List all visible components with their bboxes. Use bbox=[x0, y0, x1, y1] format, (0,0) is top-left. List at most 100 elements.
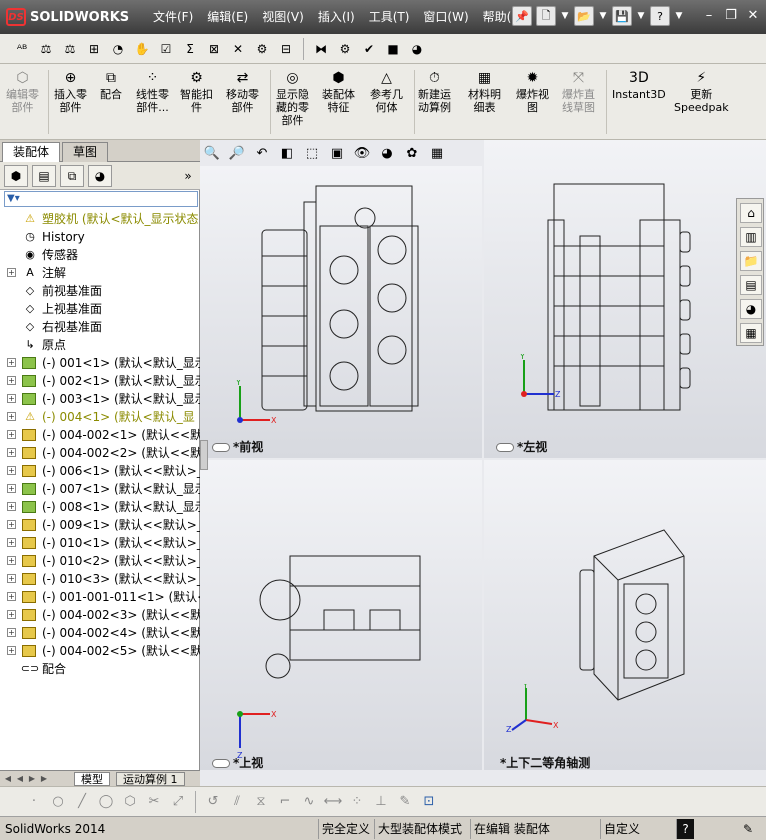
equations-icon[interactable]: Σ bbox=[180, 39, 200, 59]
tree-filter[interactable]: ▼▾ bbox=[4, 191, 198, 207]
tab-model[interactable]: 模型 bbox=[74, 772, 110, 786]
tree-item[interactable]: + (-) 004-002<1> (默认<<默认 bbox=[0, 426, 200, 444]
section-view-icon[interactable]: ◧ bbox=[277, 143, 297, 163]
expand-icon[interactable]: + bbox=[7, 646, 16, 655]
hide-show-icon[interactable]: 👁 bbox=[352, 143, 372, 163]
save-icon[interactable]: 💾 bbox=[612, 6, 632, 26]
menu-insert[interactable]: 插入(I) bbox=[311, 0, 362, 34]
cm-button-11[interactable]: ✹ 爆炸视 图 bbox=[516, 68, 549, 114]
tree-item[interactable]: + (-) 004-002<5> (默认<<默认 bbox=[0, 642, 200, 660]
interference-icon[interactable]: ⊠ bbox=[204, 39, 224, 59]
trim-icon[interactable]: ✂ bbox=[144, 792, 164, 812]
tree-item[interactable]: ◇ 右视基准面 bbox=[0, 318, 200, 336]
cm-button-5[interactable]: ⇄ 移动零 部件 bbox=[226, 68, 259, 114]
view-palette-icon[interactable]: ▤ bbox=[740, 275, 762, 295]
tree-item[interactable]: ◷ History bbox=[0, 228, 200, 246]
tree-item[interactable]: ⚠ 塑胶机 (默认<默认_显示状态 bbox=[0, 210, 200, 228]
tab-assembly[interactable]: 装配体 bbox=[2, 142, 61, 162]
dimension-icon[interactable]: ⟷ bbox=[323, 792, 343, 812]
relation-icon[interactable]: ⊥ bbox=[371, 792, 391, 812]
expand-icon[interactable]: + bbox=[7, 484, 16, 493]
tree-item[interactable]: ◉ 传感器 bbox=[0, 246, 200, 264]
new-document-icon[interactable]: 🗋 bbox=[536, 6, 556, 26]
design-checker-icon[interactable]: ⧓ bbox=[311, 39, 331, 59]
tab-sketch[interactable]: 草图 bbox=[62, 142, 109, 162]
compare-icon[interactable]: ⊟ bbox=[276, 39, 296, 59]
tab-motion-study[interactable]: 运动算例 1 bbox=[116, 772, 185, 786]
graphics-area[interactable]: 🔍 🔎 ↶ ◧ ⬚ ▣ 👁 ◕ ✿ ▦ ◧ ◨ – ❐ ✕ bbox=[200, 140, 766, 786]
mass-properties-icon[interactable]: ⚖ bbox=[60, 39, 80, 59]
menu-edit[interactable]: 编辑(E) bbox=[200, 0, 255, 34]
tree-item[interactable]: ◇ 前视基准面 bbox=[0, 282, 200, 300]
status-custom[interactable]: 自定义 bbox=[600, 819, 643, 839]
cm-button-10[interactable]: ▦ 材料明 细表 bbox=[468, 68, 501, 114]
next-arrow-icon[interactable]: ▶ bbox=[26, 772, 38, 785]
tree-item[interactable]: + (-) 007<1> (默认<默认_显示 bbox=[0, 480, 200, 498]
viewport-top[interactable]: Z X *上视 bbox=[200, 460, 482, 770]
design-library-icon[interactable]: ▥ bbox=[740, 227, 762, 247]
configuration-manager-icon[interactable]: ⧉ bbox=[60, 165, 84, 187]
cm-button-0[interactable]: ⬡ 编辑零 部件 bbox=[6, 68, 39, 114]
feature-manager-icon[interactable]: ⬢ bbox=[4, 165, 28, 187]
clearance-icon[interactable]: ✕ bbox=[228, 39, 248, 59]
menu-view[interactable]: 视图(V) bbox=[255, 0, 311, 34]
chevron-down-icon[interactable]: ▼ bbox=[674, 6, 684, 26]
cm-button-14[interactable]: ⚡ 更新 Speedpak bbox=[674, 68, 729, 114]
zoom-to-fit-icon[interactable]: 🔍 bbox=[202, 143, 222, 163]
view-settings-icon[interactable]: ▦ bbox=[427, 143, 447, 163]
tree-item[interactable]: + (-) 003<1> (默认<默认_显示 bbox=[0, 390, 200, 408]
tree-item[interactable]: ↳ 原点 bbox=[0, 336, 200, 354]
home-icon[interactable]: ⌂ bbox=[740, 203, 762, 223]
cm-button-8[interactable]: △ 参考几 何体 bbox=[370, 68, 403, 114]
check-icon[interactable]: ☑ bbox=[156, 39, 176, 59]
menu-tools[interactable]: 工具(T) bbox=[362, 0, 417, 34]
convert-entities-icon[interactable]: ↺ bbox=[203, 792, 223, 812]
appearances-icon[interactable]: ◕ bbox=[740, 299, 762, 319]
property-manager-icon[interactable]: ▤ bbox=[32, 165, 56, 187]
tree-item[interactable]: ◇ 上视基准面 bbox=[0, 300, 200, 318]
viewport-front[interactable]: Y X *前视 bbox=[200, 166, 482, 458]
app-logo[interactable]: DS SOLIDWORKS bbox=[6, 6, 129, 28]
offset-icon[interactable]: ⫽ bbox=[227, 792, 247, 812]
cm-button-2[interactable]: ⧉ 配合 bbox=[100, 68, 122, 101]
status-help[interactable]: ? bbox=[676, 819, 694, 839]
tree-item[interactable]: + ⚠ (-) 004<1> (默认<默认_显 bbox=[0, 408, 200, 426]
sketch-icon[interactable]: ✎ bbox=[395, 792, 415, 812]
scene-icon[interactable]: ✿ bbox=[402, 143, 422, 163]
edit-appearance-icon[interactable]: ◕ bbox=[377, 143, 397, 163]
tree-item[interactable]: + (-) 010<2> (默认<<默认>_显 bbox=[0, 552, 200, 570]
expand-icon[interactable]: + bbox=[7, 556, 16, 565]
close-icon[interactable]: ✕ bbox=[744, 8, 762, 24]
tree-item[interactable]: + (-) 004-002<3> (默认<<默认 bbox=[0, 606, 200, 624]
spline-icon[interactable]: ∿ bbox=[299, 792, 319, 812]
expand-icon[interactable]: + bbox=[7, 610, 16, 619]
corner-rectangle-icon[interactable]: ⌐ bbox=[275, 792, 295, 812]
point-icon[interactable]: · bbox=[24, 792, 44, 812]
expand-icon[interactable]: + bbox=[7, 538, 16, 547]
tree-item[interactable]: + (-) 010<1> (默认<<默认>_显 bbox=[0, 534, 200, 552]
mirror-icon[interactable]: ⧖ bbox=[251, 792, 271, 812]
expand-icon[interactable]: + bbox=[7, 412, 16, 421]
chevron-down-icon[interactable]: ▼ bbox=[598, 6, 608, 26]
file-explorer-icon[interactable]: 📁 bbox=[740, 251, 762, 271]
cm-button-9[interactable]: ⏱ 新建运 动算例 bbox=[418, 68, 451, 114]
cm-button-3[interactable]: ⁘ 线性零 部件... bbox=[136, 68, 169, 114]
section-properties-icon[interactable]: ⊞ bbox=[84, 39, 104, 59]
minimize-icon[interactable]: – bbox=[700, 8, 718, 24]
tree-item[interactable]: + A 注解 bbox=[0, 264, 200, 282]
circle-icon[interactable]: ◯ bbox=[96, 792, 116, 812]
line-icon[interactable]: ╱ bbox=[72, 792, 92, 812]
expand-icon[interactable]: + bbox=[7, 502, 16, 511]
display-manager-icon[interactable]: ◕ bbox=[88, 165, 112, 187]
tree-item[interactable]: + (-) 010<3> (默认<<默认>_显 bbox=[0, 570, 200, 588]
pattern-icon[interactable]: ⁘ bbox=[347, 792, 367, 812]
tree-item[interactable]: ⊂⊃ 配合 bbox=[0, 660, 200, 678]
chevron-down-icon[interactable]: ▼ bbox=[560, 6, 570, 26]
first-arrow-icon[interactable]: ◀ bbox=[2, 772, 14, 785]
cm-button-13[interactable]: 3D Instant3D bbox=[612, 68, 666, 101]
expand-icon[interactable]: + bbox=[7, 592, 16, 601]
restore-icon[interactable]: ❐ bbox=[722, 8, 740, 24]
chevron-right-icon[interactable]: » bbox=[176, 165, 200, 187]
expand-icon[interactable]: + bbox=[7, 466, 16, 475]
expand-icon[interactable]: + bbox=[7, 520, 16, 529]
